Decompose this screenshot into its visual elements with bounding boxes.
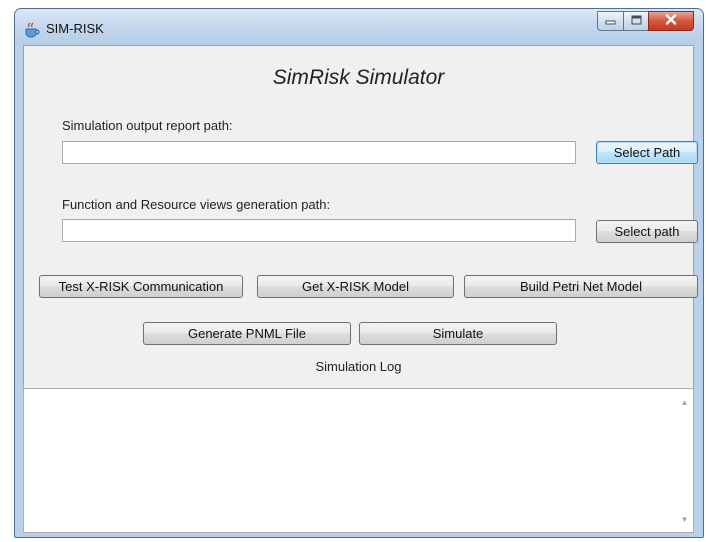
java-cup-icon: [23, 22, 41, 38]
maximize-icon: [631, 12, 642, 30]
app-window: SIM-RISK SimRisk Simulator Simulation ou…: [14, 8, 704, 538]
simulation-log-textarea[interactable]: ▲ ▼: [23, 388, 694, 533]
minimize-button[interactable]: [597, 11, 624, 31]
select-views-path-button[interactable]: Select path: [596, 220, 698, 243]
close-button[interactable]: [648, 11, 694, 31]
scroll-up-arrow-icon[interactable]: ▲: [680, 399, 689, 407]
get-xrisk-model-button[interactable]: Get X-RISK Model: [257, 275, 454, 298]
simulation-log-label: Simulation Log: [315, 359, 402, 374]
generate-pnml-button[interactable]: Generate PNML File: [143, 322, 351, 345]
simulate-button[interactable]: Simulate: [359, 322, 557, 345]
scroll-down-arrow-icon[interactable]: ▼: [680, 516, 689, 524]
select-report-path-button[interactable]: Select Path: [596, 141, 698, 164]
minimize-icon: [605, 12, 616, 30]
window-title: SIM-RISK: [46, 21, 104, 36]
maximize-button[interactable]: [623, 11, 649, 31]
test-xrisk-communication-button[interactable]: Test X-RISK Communication: [39, 275, 243, 298]
report-path-input[interactable]: [62, 141, 576, 164]
close-icon: [665, 12, 677, 30]
log-scrollbar[interactable]: ▲ ▼: [676, 389, 693, 532]
page-title: SimRisk Simulator: [272, 66, 445, 89]
build-petri-net-button[interactable]: Build Petri Net Model: [464, 275, 698, 298]
views-path-input[interactable]: [62, 219, 576, 242]
views-path-label: Function and Resource views generation p…: [62, 197, 331, 212]
window-client-area: SimRisk Simulator Simulation output repo…: [23, 45, 698, 533]
title-bar[interactable]: SIM-RISK: [15, 9, 703, 45]
report-path-label: Simulation output report path:: [62, 118, 233, 133]
